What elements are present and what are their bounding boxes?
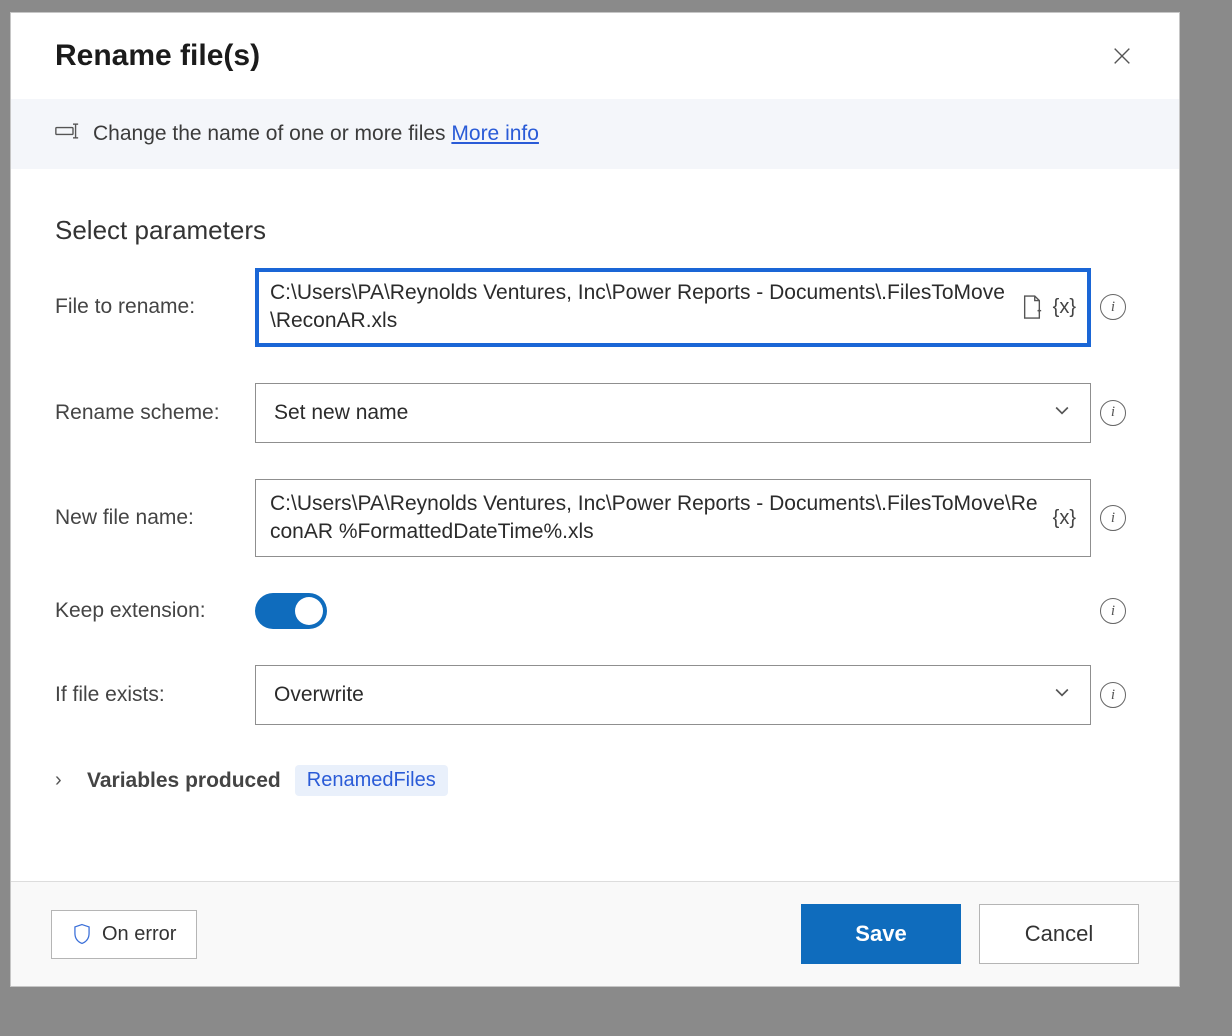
close-icon (1111, 45, 1133, 67)
new-file-name-value: C:\Users\PA\Reynolds Ventures, Inc\Power… (270, 490, 1043, 547)
info-icon[interactable] (1100, 682, 1126, 708)
keep-extension-label: Keep extension: (55, 599, 255, 623)
select-file-button[interactable] (1021, 294, 1043, 320)
variables-produced-label: Variables produced (87, 769, 281, 793)
dialog-header: Rename file(s) (11, 13, 1179, 99)
info-icon[interactable] (1100, 598, 1126, 624)
chevron-down-icon (1052, 400, 1072, 426)
file-to-rename-label: File to rename: (55, 295, 255, 319)
on-error-label: On error (102, 923, 176, 946)
rename-files-dialog: Rename file(s) Change the name of one or… (10, 12, 1180, 987)
toggle-knob (295, 597, 323, 625)
dialog-footer: On error Save Cancel (11, 881, 1179, 986)
variable-chip[interactable]: RenamedFiles (295, 765, 448, 796)
rename-scheme-select[interactable]: Set new name (255, 383, 1091, 443)
if-file-exists-value: Overwrite (274, 683, 364, 707)
chevron-down-icon (1052, 682, 1072, 708)
if-file-exists-select[interactable]: Overwrite (255, 665, 1091, 725)
if-file-exists-label: If file exists: (55, 683, 255, 707)
new-file-name-input[interactable]: C:\Users\PA\Reynolds Ventures, Inc\Power… (255, 479, 1091, 558)
rename-icon (55, 121, 79, 147)
info-icon[interactable] (1100, 505, 1126, 531)
description-text: Change the name of one or more files (93, 122, 446, 145)
file-to-rename-input[interactable]: C:\Users\PA\Reynolds Ventures, Inc\Power… (255, 268, 1091, 347)
rename-scheme-label: Rename scheme: (55, 401, 255, 425)
new-file-name-label: New file name: (55, 506, 255, 530)
description-banner: Change the name of one or more files Mor… (11, 99, 1179, 169)
info-icon[interactable] (1100, 400, 1126, 426)
chevron-right-icon: › (55, 769, 73, 792)
section-heading: Select parameters (55, 215, 1135, 246)
dialog-title: Rename file(s) (55, 39, 260, 73)
save-button[interactable]: Save (801, 904, 961, 964)
insert-variable-button[interactable]: {x} (1053, 296, 1076, 319)
insert-variable-button[interactable]: {x} (1053, 507, 1076, 530)
info-icon[interactable] (1100, 294, 1126, 320)
file-picker-icon (1021, 294, 1043, 320)
shield-icon (72, 923, 92, 945)
keep-extension-toggle[interactable] (255, 593, 327, 629)
close-button[interactable] (1105, 39, 1139, 73)
cancel-button[interactable]: Cancel (979, 904, 1139, 964)
on-error-button[interactable]: On error (51, 910, 197, 959)
variables-produced-row[interactable]: › Variables produced RenamedFiles (55, 765, 1135, 796)
more-info-link[interactable]: More info (451, 122, 539, 145)
rename-scheme-value: Set new name (274, 401, 408, 425)
file-to-rename-value: C:\Users\PA\Reynolds Ventures, Inc\Power… (270, 279, 1011, 336)
